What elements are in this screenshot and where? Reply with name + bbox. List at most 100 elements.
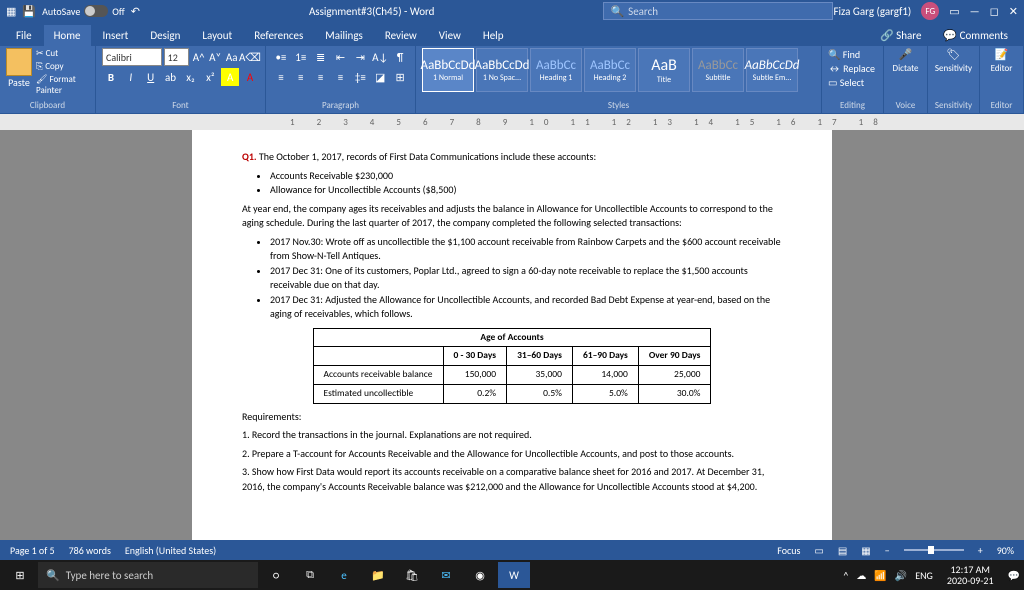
notifications-icon[interactable]: 💬	[1008, 569, 1020, 582]
strike-button[interactable]: ab	[162, 68, 180, 86]
align-left-icon[interactable]: ≡	[272, 68, 290, 86]
tray-up-icon[interactable]: ^	[843, 569, 848, 582]
style-title[interactable]: AaBTitle	[638, 48, 690, 92]
document-area[interactable]: Q1. The October 1, 2017, records of Firs…	[0, 130, 1024, 540]
sensitivity-button[interactable]: 🏷Sensitivity	[934, 48, 973, 74]
comments-button[interactable]: 💬 Comments	[933, 25, 1018, 46]
autosave-toggle[interactable]: AutoSaveOff	[42, 5, 125, 18]
zoom-in-icon[interactable]: +	[978, 544, 983, 557]
tab-home[interactable]: Home	[44, 25, 91, 46]
tab-design[interactable]: Design	[140, 25, 190, 46]
save-icon[interactable]: 💾	[22, 5, 36, 18]
style-normal[interactable]: AaBbCcDd1 Normal	[422, 48, 474, 92]
highlight-button[interactable]: A	[221, 68, 239, 86]
format-painter-button[interactable]: 🖌 Format Painter	[36, 74, 89, 96]
numbering-icon[interactable]: 1≡	[292, 48, 310, 66]
style-subtle[interactable]: AaBbCcDdSubtle Em...	[746, 48, 798, 92]
outdent-icon[interactable]: ⇤	[332, 48, 350, 66]
close-icon[interactable]: ✕	[1009, 5, 1018, 18]
cut-button[interactable]: ✂ Cut	[36, 48, 89, 59]
wifi-icon[interactable]: 📶	[874, 569, 886, 582]
onedrive-icon[interactable]: ☁	[856, 569, 866, 582]
tab-view[interactable]: View	[429, 25, 471, 46]
zoom-slider[interactable]	[904, 549, 964, 551]
bullets-icon[interactable]: •≡	[272, 48, 290, 66]
page-indicator[interactable]: Page 1 of 5	[10, 544, 55, 557]
font-name-select[interactable]: Calibri	[102, 48, 162, 66]
sort-icon[interactable]: A↓	[371, 48, 389, 66]
underline-button[interactable]: U	[142, 68, 160, 86]
styles-gallery[interactable]: AaBbCcDd1 Normal AaBbCcDd1 No Spac... Aa…	[422, 48, 815, 92]
ribbon-options-icon[interactable]: ▭	[949, 5, 959, 18]
shading-icon[interactable]: ◪	[371, 68, 389, 86]
mail-icon[interactable]: ✉	[430, 562, 462, 588]
taskbar-search[interactable]: 🔍 Type here to search	[38, 562, 258, 588]
align-center-icon[interactable]: ≡	[292, 68, 310, 86]
explorer-icon[interactable]: 📁	[362, 562, 394, 588]
tab-file[interactable]: File	[6, 25, 42, 46]
word-taskbar-icon[interactable]: W	[498, 562, 530, 588]
clear-format-icon[interactable]: A⌫	[241, 48, 259, 66]
page[interactable]: Q1. The October 1, 2017, records of Firs…	[192, 130, 832, 540]
italic-button[interactable]: I	[122, 68, 140, 86]
style-heading1[interactable]: AaBbCcHeading 1	[530, 48, 582, 92]
multilevel-icon[interactable]: ≣	[312, 48, 330, 66]
user-avatar[interactable]: FG	[921, 2, 939, 20]
tab-mailings[interactable]: Mailings	[315, 25, 373, 46]
tab-layout[interactable]: Layout	[192, 25, 242, 46]
font-size-select[interactable]: 12	[164, 48, 190, 66]
clock[interactable]: 12:17 AM2020-09-21	[941, 564, 1000, 586]
pilcrow-icon[interactable]: ¶	[391, 48, 409, 66]
select-button[interactable]: ▭ Select	[828, 76, 877, 89]
paste-button[interactable]: Paste	[6, 48, 32, 96]
subscript-button[interactable]: x₂	[182, 68, 200, 86]
copy-button[interactable]: ⎘ Copy	[36, 61, 89, 72]
editor-button[interactable]: 📝Editor	[986, 48, 1017, 74]
taskview-icon[interactable]: ⧉	[294, 562, 326, 588]
bold-button[interactable]: B	[102, 68, 120, 86]
language-indicator[interactable]: English (United States)	[125, 544, 216, 557]
cortana-icon[interactable]: ○	[260, 562, 292, 588]
tab-review[interactable]: Review	[375, 25, 427, 46]
start-button[interactable]: ⊞	[4, 562, 36, 588]
store-icon[interactable]: 🛍	[396, 562, 428, 588]
view-print-icon[interactable]: ▤	[838, 544, 847, 557]
user-name[interactable]: Fiza Garg (gargf1)	[833, 5, 911, 18]
tab-insert[interactable]: Insert	[93, 25, 139, 46]
replace-button[interactable]: ↔ Replace	[828, 62, 877, 75]
undo-icon[interactable]: ↶	[131, 5, 140, 18]
maximize-icon[interactable]: ◻	[990, 5, 999, 18]
zoom-level[interactable]: 90%	[997, 544, 1014, 557]
shrink-font-icon[interactable]: A˅	[208, 48, 223, 66]
language-tray[interactable]: ENG	[915, 569, 933, 582]
minimize-icon[interactable]: —	[970, 5, 980, 18]
line-spacing-icon[interactable]: ‡≡	[351, 68, 369, 86]
system-tray[interactable]: ^ ☁ 📶 🔊 ENG 12:17 AM2020-09-21 💬	[843, 564, 1020, 586]
ruler[interactable]: 1 2 3 4 5 6 7 8 9 10 11 12 13 14 15 16 1…	[0, 114, 1024, 130]
volume-icon[interactable]: 🔊	[895, 569, 907, 582]
view-web-icon[interactable]: ▦	[861, 544, 870, 557]
grow-font-icon[interactable]: A^	[191, 48, 206, 66]
style-subtitle[interactable]: AaBbCcSubtitle	[692, 48, 744, 92]
font-color-button[interactable]: A	[241, 68, 259, 86]
indent-icon[interactable]: ⇥	[351, 48, 369, 66]
style-nospacing[interactable]: AaBbCcDd1 No Spac...	[476, 48, 528, 92]
focus-mode[interactable]: Focus	[777, 544, 800, 557]
tab-references[interactable]: References	[244, 25, 313, 46]
dictate-button[interactable]: 🎤Dictate	[890, 48, 921, 74]
align-right-icon[interactable]: ≡	[312, 68, 330, 86]
style-heading2[interactable]: AaBbCcHeading 2	[584, 48, 636, 92]
find-button[interactable]: 🔍 Find	[828, 48, 877, 61]
search-box[interactable]: 🔍 Search	[603, 2, 833, 20]
case-icon[interactable]: Aa	[224, 48, 239, 66]
zoom-out-icon[interactable]: −	[885, 544, 890, 557]
chrome-icon[interactable]: ◉	[464, 562, 496, 588]
view-read-icon[interactable]: ▭	[814, 544, 823, 557]
word-count[interactable]: 786 words	[69, 544, 111, 557]
tab-help[interactable]: Help	[473, 25, 514, 46]
share-button[interactable]: 🔗 Share	[870, 25, 931, 46]
edge-icon[interactable]: e	[328, 562, 360, 588]
superscript-button[interactable]: x²	[201, 68, 219, 86]
borders-icon[interactable]: ⊞	[391, 68, 409, 86]
justify-icon[interactable]: ≡	[332, 68, 350, 86]
